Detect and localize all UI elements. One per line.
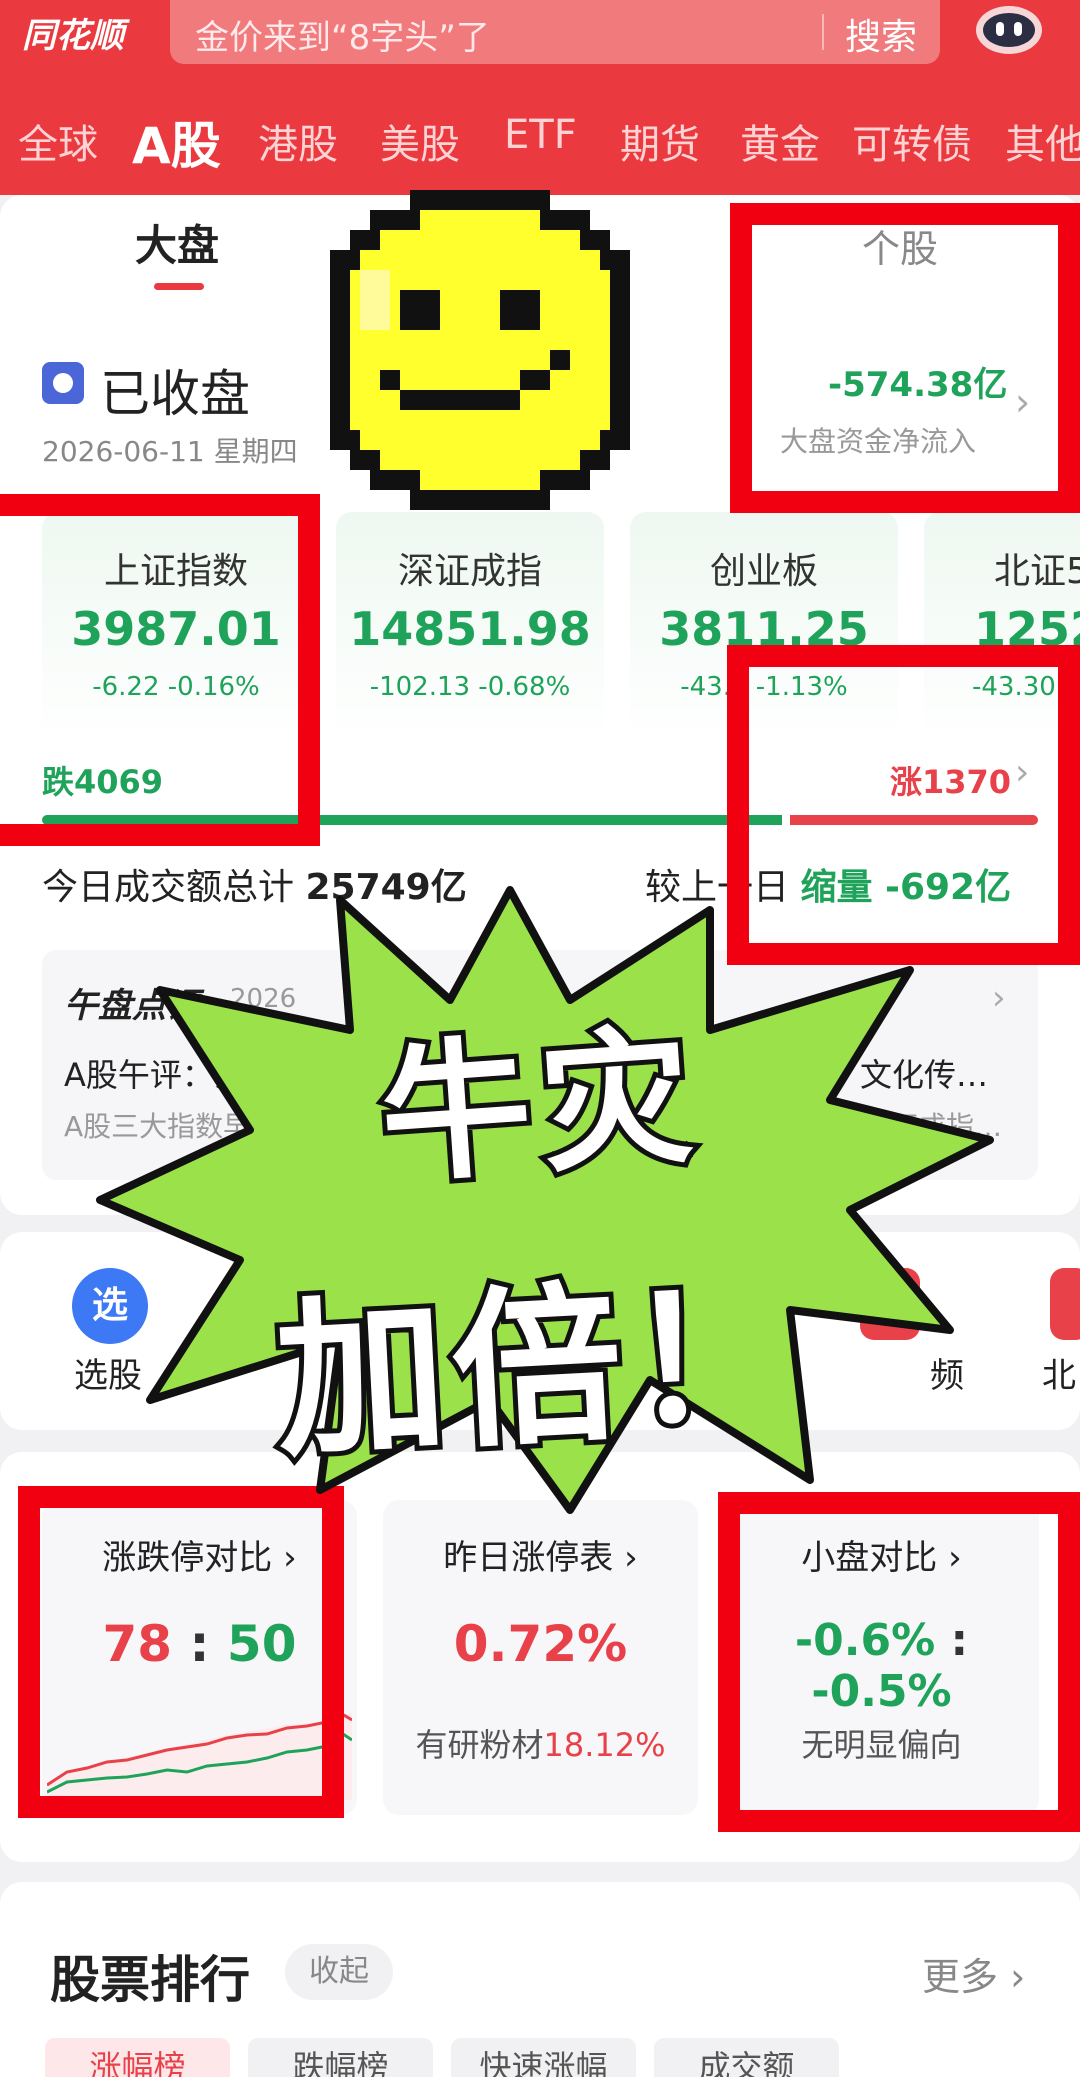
index-name: 创业板 [709, 551, 818, 592]
tab-hk[interactable]: 港股 [258, 112, 338, 170]
overlay-text-line1: 牛灾 [370, 1004, 711, 1210]
highlight-box [0, 494, 320, 846]
segment-market[interactable]: 大盘 [135, 212, 219, 273]
collapse-button[interactable]: 收起 [285, 1944, 393, 2000]
market-status: 已收盘 [100, 365, 250, 423]
highlight-box [718, 1492, 1080, 1832]
tab-other[interactable]: 其他 [1005, 112, 1080, 170]
search-button[interactable]: 搜索 [845, 8, 917, 60]
yesterday-limit-card[interactable]: 昨日涨停表 › 0.72% 有研粉材18.12% [383, 1500, 698, 1815]
stat-value: 0.72% [453, 1615, 628, 1673]
tab-gold[interactable]: 黄金 [740, 112, 820, 170]
tab-global[interactable]: 全球 [18, 112, 98, 170]
tab-etf[interactable]: ETF [504, 112, 577, 158]
index-name: 北证5 [994, 551, 1080, 592]
index-name: 深证成指 [397, 551, 542, 592]
market-date: 2026-06-11 星期四 [42, 435, 298, 468]
stat-title: 昨日涨停表 › [443, 1538, 638, 1578]
tab-losers[interactable]: 跌幅榜 [248, 2038, 433, 2077]
tab-us[interactable]: 美股 [380, 112, 460, 170]
assistant-robot-icon[interactable] [972, 0, 1046, 58]
tab-convertible[interactable]: 可转债 [852, 112, 972, 170]
tab-futures[interactable]: 期货 [620, 112, 700, 170]
overlay-text-line2: 加倍！ [266, 1251, 814, 1486]
app-logo: 同花顺 [22, 16, 124, 56]
segment-underline [154, 283, 204, 290]
tab-fast-rise[interactable]: 快速涨幅 [451, 2038, 636, 2077]
search-divider [822, 14, 824, 50]
stat-sub: 有研粉材18.12% [415, 1726, 666, 1764]
search-input[interactable]: 金价来到“8字头”了 [195, 10, 490, 59]
index-card-sz[interactable]: 深证成指 14851.98 -102.13 -0.68% [336, 512, 604, 742]
market-tabs: 全球 A股 港股 美股 ETF 期货 黄金 可转债 其他 [0, 112, 1080, 172]
highlight-box [730, 203, 1080, 513]
tab-a-share[interactable]: A股 [132, 112, 221, 172]
tab-turnover[interactable]: 成交额 [654, 2038, 839, 2077]
app-header: 同花顺 金价来到“8字头”了 搜索 全球 A股 港股 美股 ETF 期货 黄金 … [0, 0, 1080, 195]
smiley-face-icon [330, 190, 630, 510]
more-link[interactable]: 更多 › [922, 1946, 1025, 2001]
tab-gainers[interactable]: 涨幅榜 [45, 2038, 230, 2077]
ranking-title: 股票排行 [50, 1951, 250, 2009]
search-bar[interactable]: 金价来到“8字头”了 搜索 [170, 0, 940, 64]
index-value: 14851.98 [349, 602, 591, 656]
market-closed-icon [42, 362, 84, 404]
index-change: -102.13 -0.68% [369, 672, 571, 702]
tool-label-bse[interactable]: 北 [1042, 1348, 1076, 1397]
bse-icon[interactable] [1050, 1268, 1080, 1340]
highlight-box [18, 1486, 344, 1818]
